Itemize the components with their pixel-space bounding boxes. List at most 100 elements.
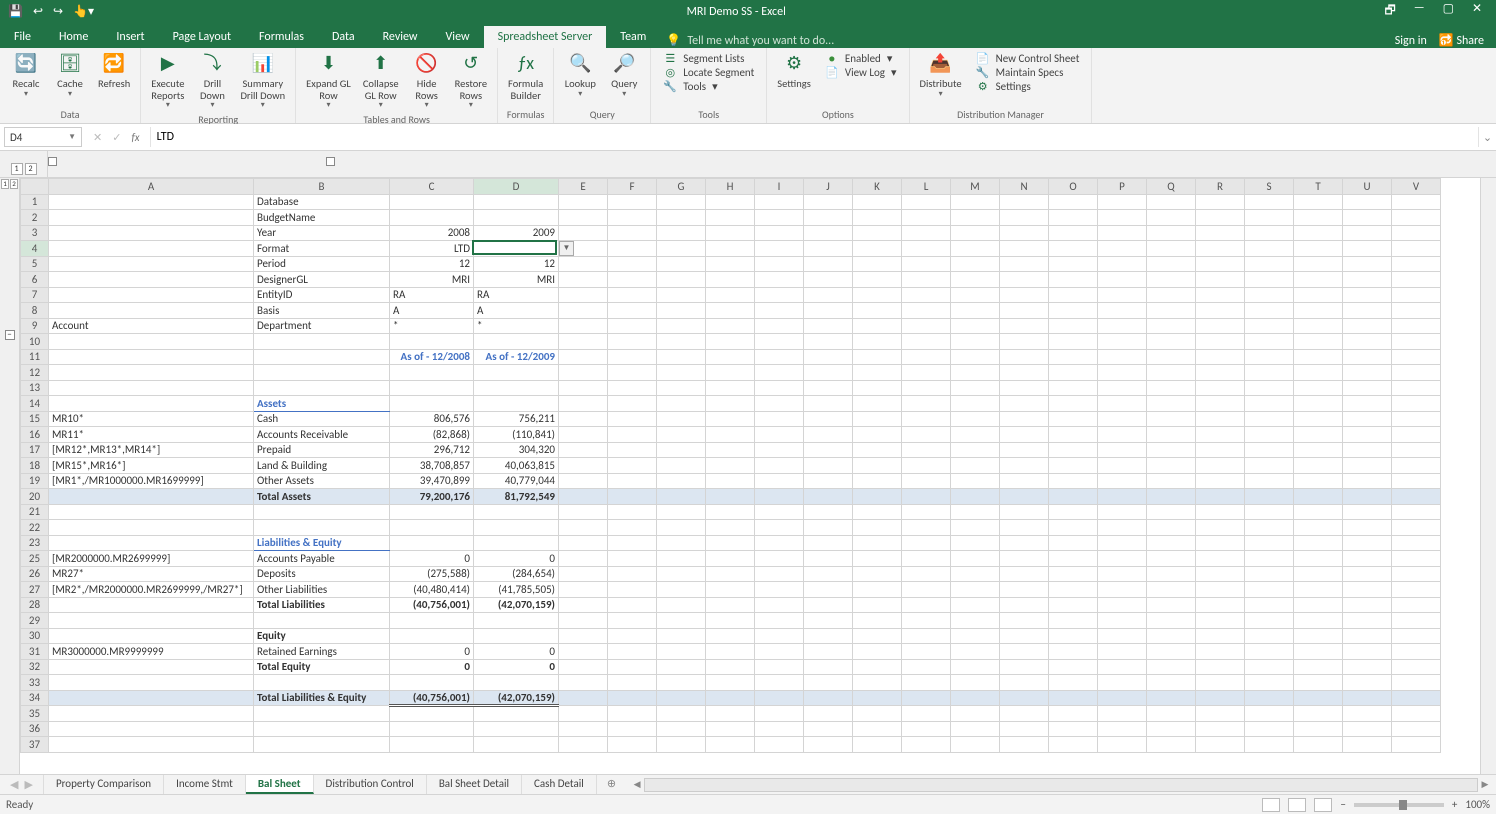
zoom-slider[interactable] [1354,803,1444,807]
cell-A26[interactable]: MR27* [49,566,254,582]
cell-A21[interactable] [49,504,254,520]
cell-M16[interactable] [951,427,1000,443]
row-header-6[interactable]: 6 [21,272,49,288]
cell-P29[interactable] [1098,613,1147,629]
cell-J29[interactable] [804,613,853,629]
cell-D6[interactable]: MRI [474,272,559,288]
cell-P9[interactable] [1098,318,1147,334]
cell-O35[interactable] [1049,706,1098,722]
cell-Q34[interactable] [1147,690,1196,706]
cell-B36[interactable] [254,721,390,737]
cell-H11[interactable] [706,349,755,365]
tab-review[interactable]: Review [369,26,432,48]
cell-V25[interactable] [1392,551,1441,567]
row-header-23[interactable]: 23 [21,535,49,551]
cell-D30[interactable] [474,628,559,644]
cell-I10[interactable] [755,334,804,350]
cell-P25[interactable] [1098,551,1147,567]
cell-V29[interactable] [1392,613,1441,629]
cell-M21[interactable] [951,504,1000,520]
cell-F8[interactable] [608,303,657,319]
cell-U11[interactable] [1343,349,1392,365]
cell-T21[interactable] [1294,504,1343,520]
cell-J27[interactable] [804,582,853,598]
cell-J15[interactable] [804,411,853,427]
row-header-14[interactable]: 14 [21,396,49,412]
col-outline-level-2[interactable]: 2 [25,163,37,175]
cell-Q26[interactable] [1147,566,1196,582]
cell-D32[interactable]: 0 [474,659,559,675]
cell-S30[interactable] [1245,628,1294,644]
cell-L6[interactable] [902,272,951,288]
row-header-15[interactable]: 15 [21,411,49,427]
ruler-handle-left[interactable] [48,157,57,166]
cell-U1[interactable] [1343,194,1392,210]
cell-G15[interactable] [657,411,706,427]
cell-Q33[interactable] [1147,675,1196,691]
cell-Q25[interactable] [1147,551,1196,567]
cell-R30[interactable] [1196,628,1245,644]
cell-F12[interactable] [608,365,657,381]
cell-D36[interactable] [474,721,559,737]
cell-U4[interactable] [1343,241,1392,257]
cell-S28[interactable] [1245,597,1294,613]
cell-N14[interactable] [1000,396,1049,412]
cell-U35[interactable] [1343,706,1392,722]
cell-N3[interactable] [1000,225,1049,241]
cell-K1[interactable] [853,194,902,210]
drill-down-button[interactable]: ⤵Drill Down▾ [192,50,232,112]
cell-A37[interactable] [49,737,254,753]
cell-V14[interactable] [1392,396,1441,412]
cell-D14[interactable] [474,396,559,412]
cell-S17[interactable] [1245,442,1294,458]
cell-U28[interactable] [1343,597,1392,613]
cell-V17[interactable] [1392,442,1441,458]
cell-R12[interactable] [1196,365,1245,381]
cell-Q2[interactable] [1147,210,1196,226]
cell-V6[interactable] [1392,272,1441,288]
cell-Q16[interactable] [1147,427,1196,443]
cell-K5[interactable] [853,256,902,272]
tools-dropdown[interactable]: 🔧Tools ▾ [663,80,754,93]
cell-K11[interactable] [853,349,902,365]
cell-L35[interactable] [902,706,951,722]
cell-Q27[interactable] [1147,582,1196,598]
cell-P5[interactable] [1098,256,1147,272]
col-header-I[interactable]: I [755,179,804,195]
sheet-tab-cash-detail[interactable]: Cash Detail [522,775,597,794]
cell-A32[interactable] [49,659,254,675]
cell-E17[interactable] [559,442,608,458]
col-header-V[interactable]: V [1392,179,1441,195]
cell-M27[interactable] [951,582,1000,598]
row-header-5[interactable]: 5 [21,256,49,272]
cell-T16[interactable] [1294,427,1343,443]
cell-T20[interactable] [1294,489,1343,505]
cell-O13[interactable] [1049,380,1098,396]
cell-J2[interactable] [804,210,853,226]
cell-S23[interactable] [1245,535,1294,551]
cell-J33[interactable] [804,675,853,691]
cell-P17[interactable] [1098,442,1147,458]
cell-J9[interactable] [804,318,853,334]
cell-L11[interactable] [902,349,951,365]
cell-A22[interactable] [49,520,254,536]
cell-G8[interactable] [657,303,706,319]
cell-U12[interactable] [1343,365,1392,381]
cell-O2[interactable] [1049,210,1098,226]
cell-U2[interactable] [1343,210,1392,226]
cell-G33[interactable] [657,675,706,691]
cell-P28[interactable] [1098,597,1147,613]
cell-V34[interactable] [1392,690,1441,706]
cell-I7[interactable] [755,287,804,303]
cell-L26[interactable] [902,566,951,582]
cell-H26[interactable] [706,566,755,582]
cell-B19[interactable]: Other Assets [254,473,390,489]
cell-D1[interactable] [474,194,559,210]
cell-T19[interactable] [1294,473,1343,489]
cell-C25[interactable]: 0 [390,551,474,567]
row-header-35[interactable]: 35 [21,706,49,722]
cell-V35[interactable] [1392,706,1441,722]
cell-S33[interactable] [1245,675,1294,691]
col-header-N[interactable]: N [1000,179,1049,195]
cell-C22[interactable] [390,520,474,536]
